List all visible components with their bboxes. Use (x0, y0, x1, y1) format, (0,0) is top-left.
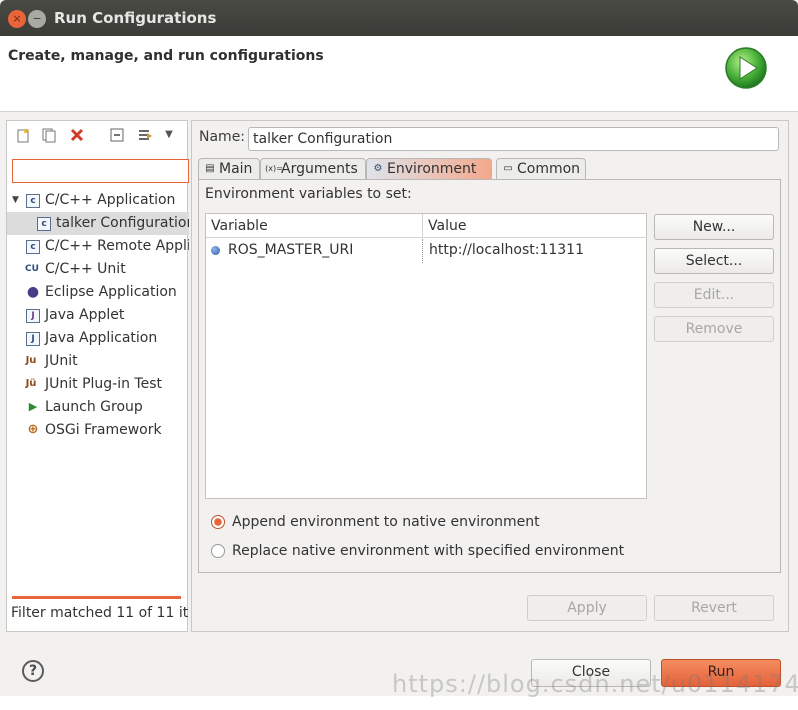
tree-item-junit-plugin-test[interactable]: Jü JUnit Plug-in Test (7, 373, 189, 396)
osgi-icon: ⊕ (27, 422, 39, 437)
tree-item-c-cpp-unit[interactable]: CU C/C++ Unit (7, 258, 189, 281)
tree-item-label: JUnit (45, 353, 78, 369)
tree-item-c-cpp-application[interactable]: ▼ c C/C++ Application (7, 189, 189, 212)
main-tab-icon: ▤ (205, 163, 215, 174)
watermark: https://blog.csdn.net/u011417476 (392, 670, 798, 698)
launch-group-icon: ▶ (28, 400, 38, 413)
tree-item-java-applet[interactable]: J Java Applet (7, 304, 189, 327)
tab-main[interactable]: ▤ Main (198, 158, 260, 180)
window-title: Run Configurations (54, 9, 217, 27)
new-config-icon[interactable] (15, 127, 31, 143)
tab-label: Environment (387, 161, 477, 177)
filter-status: Filter matched 11 of 11 items (11, 605, 188, 621)
radio-unchecked-icon[interactable] (211, 544, 225, 558)
tree-item-label: C/C++ Application (45, 192, 176, 208)
cell-divider (422, 239, 423, 263)
java-applet-icon: J (26, 309, 40, 323)
launch-config-list-panel: ▼ ▼ c C/C++ Application c talker Configu… (6, 120, 189, 632)
tree-item-launch-group[interactable]: ▶ Launch Group (7, 396, 189, 419)
tree-item-eclipse-application[interactable]: ● Eclipse Application (7, 281, 189, 304)
name-label: Name: (199, 129, 246, 145)
apply-button[interactable]: Apply (527, 595, 647, 621)
tree-item-label: talker Configuration (56, 215, 189, 231)
tab-environment[interactable]: ⚙ Environment (366, 158, 492, 180)
duplicate-config-icon[interactable] (41, 127, 57, 143)
tab-arguments[interactable]: (x)= Arguments (260, 158, 366, 180)
delete-config-icon[interactable] (69, 127, 85, 143)
java-app-icon: J (26, 332, 40, 346)
junit-plugin-icon: Jü (25, 378, 37, 389)
chevron-down-icon[interactable]: ▼ (161, 127, 177, 143)
c-remote-icon: c (26, 240, 40, 254)
close-window-icon[interactable]: × (8, 10, 26, 28)
c-unit-icon: CU (25, 264, 39, 274)
tree-item-label: Java Applet (45, 307, 125, 323)
column-header-variable[interactable]: Variable (206, 214, 423, 238)
cell-variable: ROS_MASTER_URI (228, 242, 354, 258)
radio-checked-icon[interactable] (211, 515, 225, 529)
tree-item-label: JUnit Plug-in Test (45, 376, 163, 392)
c-app-icon: c (26, 194, 40, 208)
background-terminal-strip (0, 696, 798, 710)
tree-item-osgi-framework[interactable]: ⊕ OSGi Framework (7, 419, 189, 442)
tab-label: Common (517, 161, 581, 177)
edit-button[interactable]: Edit... (654, 282, 774, 308)
eclipse-icon: ● (26, 284, 40, 300)
remove-button[interactable]: Remove (654, 316, 774, 342)
tree-item-junit[interactable]: Ju JUnit (7, 350, 189, 373)
tree-item-label: Java Application (45, 330, 158, 346)
new-button[interactable]: New... (654, 214, 774, 240)
tree-item-c-cpp-remote-application[interactable]: c C/C++ Remote Application (7, 235, 189, 258)
column-header-value[interactable]: Value (423, 214, 647, 238)
config-editor-panel: Name: ▤ Main (x)= Arguments ⚙ Environmen… (191, 120, 789, 632)
environment-tab-content: Environment variables to set: Variable V… (198, 179, 781, 573)
environment-tab-icon: ⚙ (373, 163, 383, 174)
filter-input[interactable] (12, 159, 189, 183)
collapse-all-icon[interactable] (109, 127, 125, 143)
select-button[interactable]: Select... (654, 248, 774, 274)
tree-item-talker-configuration[interactable]: c talker Configuration (7, 212, 189, 235)
dialog-header: Create, manage, and run configurations (0, 36, 798, 112)
cell-value: http://localhost:11311 (429, 242, 584, 258)
title-bar: × − Run Configurations (0, 0, 798, 36)
tree-item-label: C/C++ Remote Application (45, 238, 189, 254)
filter-config-icon[interactable] (137, 127, 153, 143)
config-tree: ▼ c C/C++ Application c talker Configura… (7, 189, 189, 442)
radio-label: Replace native environment with specifie… (232, 543, 625, 559)
help-icon[interactable]: ? (22, 660, 44, 682)
tree-item-label: OSGi Framework (45, 422, 162, 438)
env-var-icon (211, 246, 220, 255)
junit-icon: Ju (25, 355, 37, 366)
tab-label: Arguments (281, 161, 358, 177)
left-toolbar: ▼ (7, 121, 187, 151)
tab-common[interactable]: ▭ Common (496, 158, 586, 180)
horizontal-scrollbar[interactable] (12, 596, 181, 599)
run-logo-icon (725, 47, 767, 89)
radio-label: Append environment to native environment (232, 514, 540, 530)
dialog-subtitle: Create, manage, and run configurations (8, 48, 324, 64)
table-row[interactable]: ROS_MASTER_URI http://localhost:11311 (206, 239, 592, 263)
env-vars-label: Environment variables to set: (205, 186, 412, 202)
tree-item-label: Eclipse Application (45, 284, 177, 300)
env-vars-table[interactable]: Variable Value ROS_MASTER_URI http://loc… (205, 213, 647, 499)
revert-button[interactable]: Revert (654, 595, 774, 621)
c-config-icon: c (37, 217, 51, 231)
arguments-tab-icon: (x)= (265, 164, 283, 173)
tree-item-label: C/C++ Unit (45, 261, 126, 277)
config-name-input[interactable] (248, 127, 779, 151)
tree-item-label: Launch Group (45, 399, 143, 415)
tab-label: Main (219, 161, 253, 177)
tree-item-java-application[interactable]: J Java Application (7, 327, 189, 350)
minimize-window-icon[interactable]: − (28, 10, 46, 28)
expand-arrow-icon[interactable]: ▼ (12, 189, 19, 212)
common-tab-icon: ▭ (503, 163, 513, 174)
